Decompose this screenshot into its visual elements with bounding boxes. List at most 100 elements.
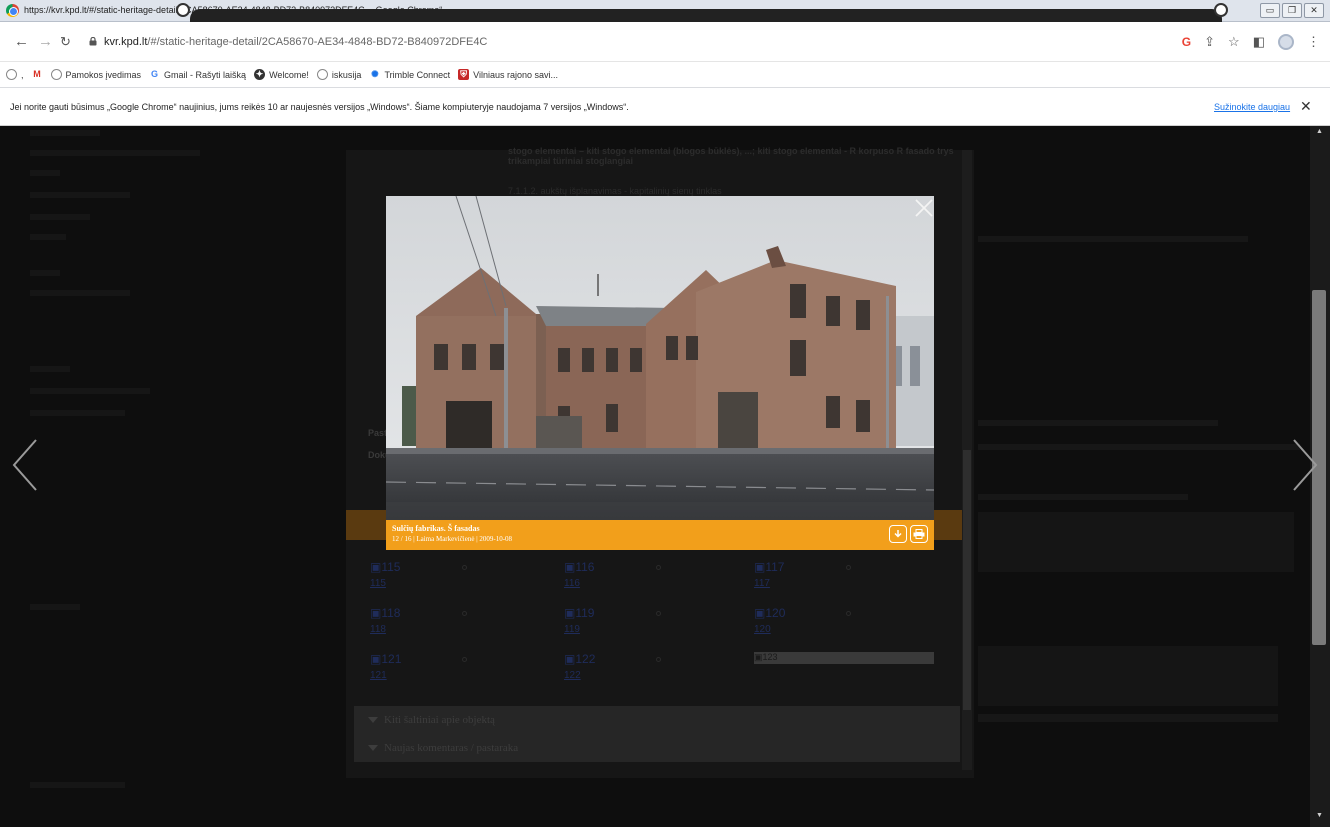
- previous-photo-icon[interactable]: [6, 430, 46, 500]
- chrome-favicon-icon: [6, 4, 19, 17]
- radio-icon[interactable]: [656, 657, 661, 662]
- thumb-caption[interactable]: 122: [564, 670, 595, 681]
- sidebar-line: [30, 192, 130, 198]
- globe-icon: [50, 69, 62, 80]
- window-titlebar: https://kvr.kpd.lt/#/static-heritage-det…: [0, 0, 1330, 22]
- thumbnail-item[interactable]: ▣120 120: [754, 606, 851, 635]
- bookmark-item-3[interactable]: ✦ Welcome!: [254, 69, 309, 80]
- thumb-caption[interactable]: 121: [370, 670, 401, 681]
- download-photo-button[interactable]: [889, 525, 907, 543]
- thumbnail-item[interactable]: ▣121 121: [370, 652, 467, 681]
- bookmark-item-4[interactable]: iskusija: [316, 69, 362, 80]
- radio-icon[interactable]: [846, 565, 851, 570]
- panel-text-1: stogo elementai – kiti stogo elementai (…: [508, 146, 954, 166]
- radio-icon[interactable]: [656, 565, 661, 570]
- thumbnail-item[interactable]: ▣122 122: [564, 652, 661, 681]
- photo-meta: 12 / 16 | Laima Markevičienė | 2009-10-0…: [392, 535, 513, 543]
- accordion-sources[interactable]: Kiti šaltiniai apie objektą: [354, 706, 960, 734]
- forward-arrow-icon[interactable]: →: [38, 33, 53, 50]
- thumbnail-item[interactable]: ▣119 119: [564, 606, 661, 635]
- thumb-img: 121: [381, 652, 402, 666]
- bookmark-label: Trimble Connect: [384, 69, 451, 80]
- right-text-line: [978, 494, 1188, 500]
- address-bar[interactable]: kvr.kpd.lt/#/static-heritage-detail/2CA5…: [104, 36, 487, 48]
- shield-icon: ⛨: [458, 69, 470, 80]
- toolbar-actions: G ⇪ ☆ ◧ ⋮: [1182, 34, 1320, 50]
- google-lens-icon[interactable]: G: [1182, 35, 1191, 49]
- photo-thumbnail-grid: ▣115 115 ▣116 116 ▣117 117 ▣118 118 ▣119 119 …: [370, 560, 950, 690]
- thumb-img: 115: [381, 560, 401, 574]
- radio-icon[interactable]: [656, 611, 661, 616]
- sidebar-line: [30, 214, 90, 220]
- bookmark-item-2[interactable]: G Gmail - Rašyti laišką: [149, 69, 246, 80]
- bookmark-apps[interactable]: ,: [6, 69, 24, 80]
- bookmark-star-icon[interactable]: ☆: [1228, 34, 1240, 50]
- infobar-message: Jei norite gauti būsimus „Google Chrome“…: [10, 102, 629, 112]
- accordion-new-comment[interactable]: Naujas komentaras / pastaraka: [354, 734, 960, 762]
- profile-avatar-icon[interactable]: [1278, 34, 1294, 50]
- learn-more-link[interactable]: Sužinokite daugiau: [1214, 102, 1290, 112]
- radio-icon[interactable]: [846, 611, 851, 616]
- lock-icon[interactable]: [89, 37, 97, 46]
- bookmark-item-5[interactable]: ✺ Trimble Connect: [369, 69, 450, 80]
- thumbnail-item[interactable]: ▣117 117: [754, 560, 851, 589]
- bookmark-label: iskusija: [331, 69, 362, 80]
- scroll-up-icon[interactable]: ▲: [1316, 128, 1323, 135]
- thumbnail-item-selected[interactable]: ▣123: [754, 652, 934, 664]
- radio-icon[interactable]: [462, 565, 467, 570]
- right-text-line: [978, 714, 1278, 722]
- gmail-icon: M: [33, 69, 41, 79]
- sidebar-line: [30, 366, 70, 372]
- window-controls: ▭ ❐ ✕: [1260, 3, 1324, 18]
- right-text-line: [978, 444, 1300, 450]
- infobar-close-icon[interactable]: ✕: [1300, 98, 1312, 115]
- left-label-1: Past: [368, 428, 388, 438]
- building-photo: [386, 196, 934, 520]
- globe-icon: [316, 69, 328, 80]
- back-arrow-icon[interactable]: ←: [14, 33, 29, 50]
- browser-toolbar: ← → ↻ kvr.kpd.lt/#/static-heritage-detai…: [0, 22, 1330, 62]
- bookmarks-bar: , M Pamokos įvedimas G Gmail - Rašyti lai…: [0, 62, 1330, 88]
- side-panel-icon[interactable]: ◧: [1253, 34, 1265, 50]
- trimble-icon: ✺: [371, 69, 379, 79]
- chevron-down-icon: [368, 745, 378, 751]
- thumb-caption[interactable]: 120: [754, 624, 785, 635]
- restore-button[interactable]: ❐: [1282, 3, 1302, 18]
- bookmark-item-1[interactable]: Pamokos įvedimas: [50, 69, 141, 80]
- thumbnail-item[interactable]: ▣115 115: [370, 560, 467, 589]
- thumb-caption[interactable]: 118: [370, 624, 400, 635]
- thumb-img: 119: [575, 606, 595, 620]
- thumbnail-item[interactable]: ▣116 116: [564, 560, 661, 589]
- right-text-block: [978, 512, 1294, 572]
- thumb-img: 123: [762, 652, 778, 662]
- radio-icon[interactable]: [462, 657, 467, 662]
- reload-icon[interactable]: ↻: [60, 34, 71, 50]
- google-icon: G: [151, 69, 159, 79]
- thumb-caption[interactable]: 117: [754, 578, 784, 589]
- next-photo-icon[interactable]: [1284, 430, 1324, 500]
- thumb-caption[interactable]: 119: [564, 624, 594, 635]
- sidebar-line: [30, 150, 200, 156]
- menu-kebab-icon[interactable]: ⋮: [1307, 34, 1320, 50]
- scroll-down-icon[interactable]: ▼: [1316, 812, 1323, 819]
- radio-icon[interactable]: [462, 611, 467, 616]
- url-path: /#/static-heritage-detail/2CA58670-AE34-…: [147, 36, 488, 48]
- thumb-caption[interactable]: 116: [564, 578, 594, 589]
- bookmark-item-6[interactable]: ⛨ Vilniaus rajono savi...: [458, 69, 558, 80]
- close-lightbox-icon[interactable]: [914, 198, 934, 218]
- photo-title: Sulčių fabrikas. Š fasadas: [392, 524, 480, 533]
- panel-text-2: 7.1.1.2. aukštų išplanavimas - kapitalin…: [508, 186, 722, 196]
- panel-scrollbar-thumb[interactable]: [963, 450, 971, 710]
- close-window-button[interactable]: ✕: [1304, 3, 1324, 18]
- minimize-button[interactable]: ▭: [1260, 3, 1280, 18]
- print-photo-button[interactable]: [910, 525, 928, 543]
- share-icon[interactable]: ⇪: [1204, 34, 1215, 50]
- compass-icon: ✦: [254, 69, 266, 80]
- bookmark-label: Welcome!: [269, 69, 309, 80]
- right-text-line: [978, 236, 1248, 242]
- thumb-caption[interactable]: 115: [370, 578, 400, 589]
- sidebar-line: [30, 290, 130, 296]
- bookmark-gmail[interactable]: M: [32, 69, 43, 80]
- sidebar-line: [30, 410, 125, 416]
- thumbnail-item[interactable]: ▣118 118: [370, 606, 467, 635]
